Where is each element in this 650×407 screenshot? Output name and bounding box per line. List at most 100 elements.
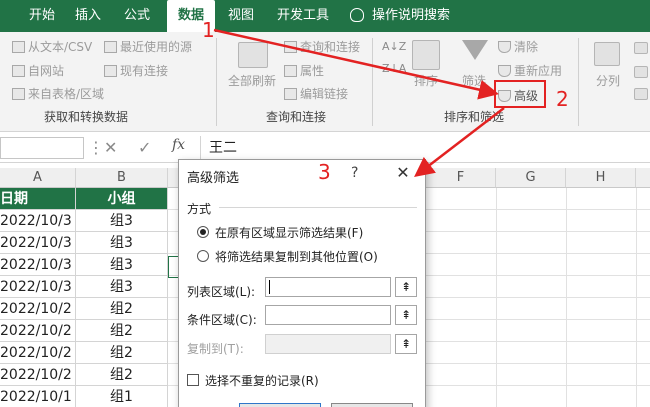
filter-button[interactable]: 筛选 xyxy=(462,72,486,89)
column-header-h[interactable]: H xyxy=(566,168,636,188)
group-label-sort-filter: 排序和筛选 xyxy=(444,110,505,124)
date-cell[interactable]: 2022/10/2 xyxy=(0,342,76,364)
tab-home[interactable]: 开始 xyxy=(20,0,64,32)
reapply-icon xyxy=(498,64,511,77)
header-cell-group[interactable]: 小组 xyxy=(76,188,168,210)
date-cell[interactable]: 2022/10/1 xyxy=(0,386,76,407)
group-cell[interactable]: 组2 xyxy=(76,342,168,364)
group-cell[interactable]: 组2 xyxy=(76,364,168,386)
close-icon[interactable]: ✕ xyxy=(393,163,413,183)
existing-connections-button[interactable]: 现有连接 xyxy=(104,62,168,79)
date-cell[interactable]: 2022/10/3 xyxy=(0,210,76,232)
tell-me-search[interactable]: 操作说明搜索 xyxy=(350,0,450,32)
tell-me-label: 操作说明搜索 xyxy=(372,8,451,23)
column-header-i[interactable] xyxy=(636,168,650,188)
sort-dialog-icon xyxy=(412,40,440,70)
sort-za-icon[interactable]: Z↓A xyxy=(382,62,406,75)
tab-formulas[interactable]: 公式 xyxy=(114,0,160,32)
clear-filter-button[interactable]: 清除 xyxy=(498,38,538,55)
edit-links-icon xyxy=(284,87,297,100)
annotation-number-1: 1 xyxy=(202,18,215,42)
refresh-all-icon xyxy=(238,42,268,68)
list-range-label: 列表区域(L): xyxy=(187,285,256,299)
dialog-title: 高级筛选 xyxy=(187,171,240,186)
recent-sources-icon xyxy=(104,40,117,53)
remove-duplicates-icon[interactable] xyxy=(634,66,648,78)
text-to-columns-icon xyxy=(594,42,620,66)
text-file-icon xyxy=(12,40,25,53)
name-box[interactable] xyxy=(0,137,84,159)
column-header-g[interactable]: G xyxy=(496,168,566,188)
annotation-number-2: 2 xyxy=(556,87,569,111)
advanced-highlight-box xyxy=(494,80,546,108)
radio-filter-in-place-label[interactable]: 在原有区域显示筛选结果(F) xyxy=(215,224,363,241)
tab-developer[interactable]: 开发工具 xyxy=(270,0,336,32)
group-cell[interactable]: 组3 xyxy=(76,276,168,298)
header-cell-date[interactable]: 日期 xyxy=(0,188,76,210)
from-text-csv-button[interactable]: 从文本/CSV xyxy=(12,38,92,55)
edit-links-button[interactable]: 编辑链接 xyxy=(284,85,348,102)
group-label-get-data: 获取和转换数据 xyxy=(44,110,129,124)
date-cell[interactable]: 2022/10/3 xyxy=(0,232,76,254)
column-header-a[interactable]: A xyxy=(0,168,76,188)
radio-copy-to-location[interactable] xyxy=(197,250,209,262)
criteria-range-collapse-button[interactable]: ⇞ xyxy=(395,305,417,325)
ribbon-data-panel: 从文本/CSV 自网站 来自表格/区域 最近使用的源 现有连接 获取和转换数据 … xyxy=(0,32,650,132)
criteria-range-input[interactable] xyxy=(265,305,391,325)
namebox-dropdown-icon[interactable]: ⋮ xyxy=(88,137,104,159)
date-cell[interactable]: 2022/10/2 xyxy=(0,320,76,342)
tab-insert[interactable]: 插入 xyxy=(66,0,110,32)
text-to-columns-button[interactable]: 分列 xyxy=(596,72,620,89)
copy-to-input[interactable] xyxy=(265,334,391,354)
radio-filter-in-place[interactable] xyxy=(197,226,209,238)
date-cell[interactable]: 2022/10/3 xyxy=(0,254,76,276)
sort-az-icon[interactable]: A↓Z xyxy=(382,40,406,53)
column-header-f[interactable]: F xyxy=(426,168,496,188)
unique-records-label[interactable]: 选择不重复的记录(R) xyxy=(205,372,319,389)
list-range-collapse-button[interactable]: ⇞ xyxy=(395,277,417,297)
formula-input[interactable]: 王二 xyxy=(200,136,650,160)
group-cell[interactable]: 组2 xyxy=(76,320,168,342)
group-separator xyxy=(216,38,217,126)
insert-function-button[interactable]: fx xyxy=(172,137,185,153)
queries-icon xyxy=(284,40,297,53)
reapply-button[interactable]: 重新应用 xyxy=(498,62,562,79)
list-range-input[interactable] xyxy=(265,277,391,297)
properties-button[interactable]: 属性 xyxy=(284,62,324,79)
date-cell[interactable]: 2022/10/3 xyxy=(0,276,76,298)
from-web-button[interactable]: 自网站 xyxy=(12,62,64,79)
group-cell[interactable]: 组3 xyxy=(76,254,168,276)
unique-records-checkbox[interactable] xyxy=(187,374,199,386)
cancel-button[interactable] xyxy=(331,403,413,407)
confirm-check-icon[interactable]: ✓ xyxy=(138,137,151,159)
queries-connections-button[interactable]: 查询和连接 xyxy=(284,38,360,55)
from-table-button[interactable]: 来自表格/区域 xyxy=(12,85,104,102)
tab-view[interactable]: 视图 xyxy=(220,0,262,32)
group-cell[interactable]: 组2 xyxy=(76,298,168,320)
refresh-all-button[interactable]: 全部刷新 xyxy=(228,72,276,89)
cancel-x-icon[interactable]: ✕ xyxy=(104,137,117,159)
help-button[interactable]: ? xyxy=(351,165,358,181)
date-cell[interactable]: 2022/10/2 xyxy=(0,298,76,320)
group-cell[interactable]: 组3 xyxy=(76,210,168,232)
connections-icon xyxy=(104,64,117,77)
radio-copy-to-location-label[interactable]: 将筛选结果复制到其他位置(O) xyxy=(215,248,378,265)
mode-section-label: 方式 xyxy=(187,202,212,216)
sort-button[interactable]: 排序 xyxy=(414,72,438,89)
clear-filter-icon xyxy=(498,40,511,53)
group-cell[interactable]: 组3 xyxy=(76,232,168,254)
properties-icon xyxy=(284,64,297,77)
advanced-filter-dialog: 高级筛选 ? ✕ 方式 在原有区域显示筛选结果(F) 将筛选结果复制到其他位置(… xyxy=(178,159,426,407)
flash-fill-icon[interactable] xyxy=(634,42,648,54)
column-header-b[interactable]: B xyxy=(76,168,168,188)
web-icon xyxy=(12,64,25,77)
date-cell[interactable]: 2022/10/2 xyxy=(0,364,76,386)
group-separator xyxy=(578,38,579,126)
copy-to-collapse-button[interactable]: ⇞ xyxy=(395,334,417,354)
group-cell[interactable]: 组1 xyxy=(76,386,168,407)
recent-sources-button[interactable]: 最近使用的源 xyxy=(104,38,192,55)
group-label-queries: 查询和连接 xyxy=(266,110,327,124)
data-validation-icon[interactable] xyxy=(634,88,648,100)
section-divider xyxy=(219,207,417,208)
ok-button[interactable] xyxy=(239,403,321,407)
